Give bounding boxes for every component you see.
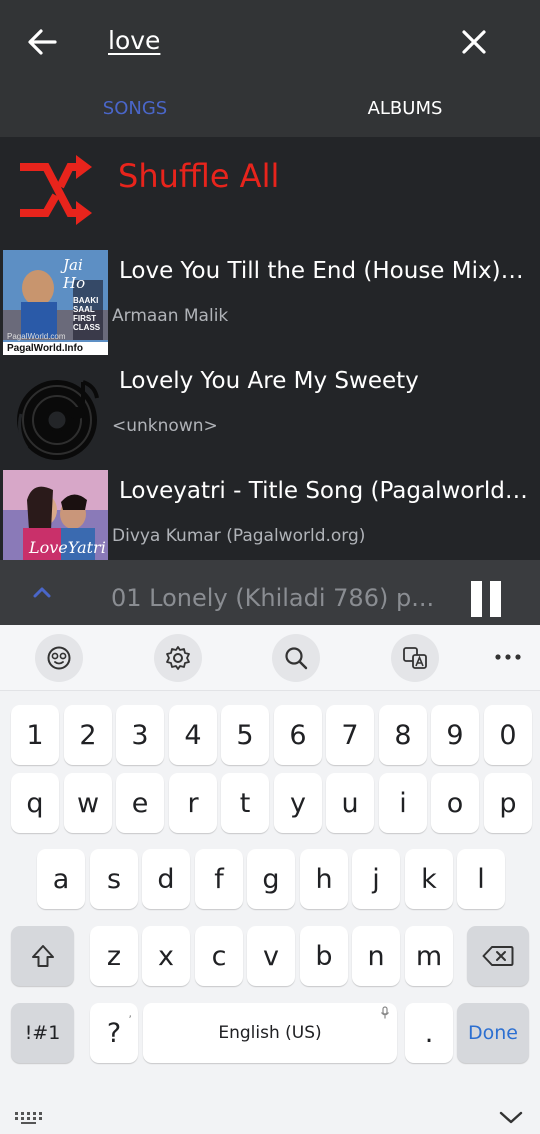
- song-title: Love You Till the End (House Mix) - P..: [119, 258, 529, 284]
- key-c[interactable]: c: [195, 926, 243, 986]
- key-o[interactable]: o: [431, 773, 479, 833]
- key-9[interactable]: 9: [431, 705, 479, 765]
- song-item[interactable]: LoveYatri Loveyatri - Title Song (Pagalw…: [0, 462, 540, 575]
- album-art: Jai Ho BAAKI SAAL FIRST CLASS PagalWorld…: [3, 250, 108, 355]
- shuffle-icon: [20, 155, 92, 225]
- key-f[interactable]: f: [195, 849, 243, 909]
- space-label: English (US): [218, 1023, 322, 1043]
- song-item[interactable]: Jai Ho BAAKI SAAL FIRST CLASS PagalWorld…: [0, 242, 540, 355]
- key-h[interactable]: h: [300, 849, 348, 909]
- key-0[interactable]: 0: [484, 705, 532, 765]
- song-artist: Armaan Malik: [112, 306, 229, 326]
- shift-key[interactable]: [11, 926, 74, 986]
- music-disc-icon: [17, 380, 99, 460]
- album-art: [3, 360, 108, 465]
- settings-icon: [166, 646, 190, 670]
- key-8[interactable]: 8: [379, 705, 427, 765]
- keyboard-icon[interactable]: [14, 1111, 44, 1125]
- key-question[interactable]: ? ,: [90, 1003, 138, 1063]
- key-p[interactable]: p: [484, 773, 532, 833]
- keyboard-settings-button[interactable]: [154, 634, 202, 682]
- key-n[interactable]: n: [352, 926, 400, 986]
- song-artist: Divya Kumar (Pagalworld.org): [112, 526, 366, 546]
- now-playing-bar[interactable]: 01 Lonely (Khiladi 786) p...: [0, 560, 540, 625]
- key-l[interactable]: l: [457, 849, 505, 909]
- album-art-watermark-top: PagalWorld.com: [7, 332, 66, 341]
- key-x[interactable]: x: [142, 926, 190, 986]
- key-z[interactable]: z: [90, 926, 138, 986]
- backspace-icon: [482, 946, 514, 966]
- album-art-small-text: BAAKI SAAL FIRST CLASS: [73, 296, 101, 332]
- key-1[interactable]: 1: [11, 705, 59, 765]
- now-playing-title: 01 Lonely (Khiladi 786) p...: [111, 584, 435, 612]
- tab-songs[interactable]: SONGS: [0, 98, 270, 119]
- space-key[interactable]: English (US): [143, 1003, 397, 1063]
- done-key[interactable]: Done: [457, 1003, 529, 1063]
- pause-icon[interactable]: [468, 581, 504, 617]
- more-icon: [495, 654, 521, 660]
- key-s[interactable]: s: [90, 849, 138, 909]
- key-2[interactable]: 2: [64, 705, 112, 765]
- key-v[interactable]: v: [247, 926, 295, 986]
- key-m[interactable]: m: [405, 926, 453, 986]
- key-g[interactable]: g: [247, 849, 295, 909]
- key-t[interactable]: t: [221, 773, 269, 833]
- album-art-overlay-text: Jai Ho: [63, 256, 86, 292]
- shuffle-all-button[interactable]: Shuffle All: [0, 137, 540, 242]
- backspace-key[interactable]: [467, 926, 529, 986]
- tab-albums[interactable]: ALBUMS: [270, 98, 540, 119]
- key-b[interactable]: b: [300, 926, 348, 986]
- emoji-button[interactable]: [35, 634, 83, 682]
- clear-search-button[interactable]: [456, 24, 492, 60]
- key-7[interactable]: 7: [326, 705, 374, 765]
- album-art-overlay-text: LoveYatri: [29, 538, 106, 557]
- chevron-up-icon[interactable]: [28, 580, 56, 604]
- chevron-down-icon[interactable]: [497, 1107, 525, 1127]
- key-e[interactable]: e: [116, 773, 164, 833]
- key-a[interactable]: a: [37, 849, 85, 909]
- song-artist: <unknown>: [112, 416, 218, 436]
- key-3[interactable]: 3: [116, 705, 164, 765]
- back-arrow-icon: [28, 29, 57, 55]
- more-options-button[interactable]: [488, 645, 528, 669]
- translate-icon: [403, 647, 427, 669]
- key-k[interactable]: k: [405, 849, 453, 909]
- back-button[interactable]: [22, 24, 62, 60]
- key-5[interactable]: 5: [221, 705, 269, 765]
- key-r[interactable]: r: [169, 773, 217, 833]
- mic-icon: [381, 1006, 389, 1019]
- song-title: Loveyatri - Title Song (Pagalworld.or..: [119, 478, 529, 504]
- key-u[interactable]: u: [326, 773, 374, 833]
- close-icon: [462, 30, 486, 54]
- keyboard-toolbar: [0, 625, 540, 691]
- translate-button[interactable]: [391, 634, 439, 682]
- shift-icon: [31, 945, 54, 967]
- search-icon: [285, 647, 308, 670]
- key-d[interactable]: d: [142, 849, 190, 909]
- symbols-key[interactable]: !#1: [11, 1003, 74, 1063]
- key-4[interactable]: 4: [169, 705, 217, 765]
- song-item[interactable]: Lovely You Are My Sweety <unknown>: [0, 352, 540, 462]
- comma-hint: ,: [128, 1007, 133, 1020]
- on-screen-keyboard: 1 2 3 4 5 6 7 8 9 0 q w e r t y u i o p …: [0, 625, 540, 1134]
- key-i[interactable]: i: [379, 773, 427, 833]
- shuffle-all-label: Shuffle All: [118, 157, 280, 195]
- key-6[interactable]: 6: [274, 705, 322, 765]
- keyboard-search-button[interactable]: [272, 634, 320, 682]
- key-w[interactable]: w: [64, 773, 112, 833]
- question-label: ?: [106, 1017, 122, 1049]
- search-header: love SONGS ALBUMS: [0, 0, 540, 137]
- emoji-icon: [47, 646, 71, 670]
- song-title: Lovely You Are My Sweety: [119, 368, 419, 394]
- key-q[interactable]: q: [11, 773, 59, 833]
- music-app: love SONGS ALBUMS Shuffle All Jai Ho BAA…: [0, 0, 540, 625]
- search-input[interactable]: love: [108, 26, 160, 55]
- key-y[interactable]: y: [274, 773, 322, 833]
- key-j[interactable]: j: [352, 849, 400, 909]
- key-period[interactable]: .: [405, 1003, 453, 1063]
